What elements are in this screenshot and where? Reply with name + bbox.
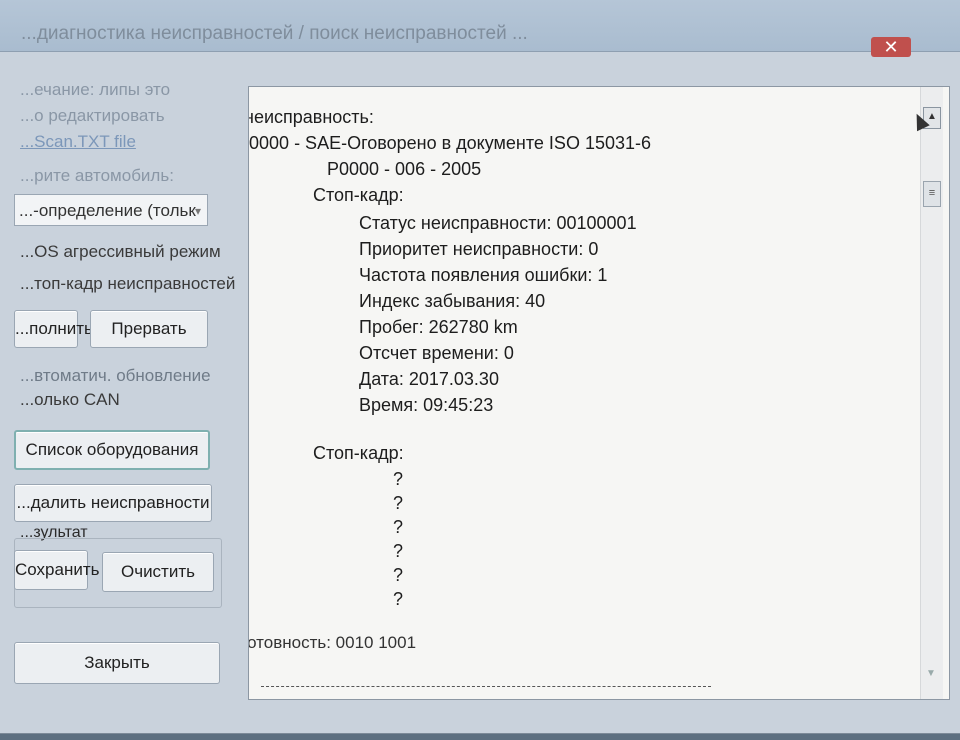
combo-value: ...-определение (тольк <box>19 201 196 220</box>
delete-faults-button[interactable]: ...далить неисправности <box>14 484 212 522</box>
output-line: Индекс забывания: 40 <box>359 291 546 311</box>
output-line: ? <box>393 589 404 609</box>
execute-button[interactable]: ...полнить <box>14 310 93 348</box>
equipment-list-label: Список оборудования <box>25 440 199 459</box>
close-button-label: Закрыть <box>84 653 150 672</box>
output-line: ? <box>393 493 404 513</box>
clear-button[interactable]: Очистить <box>102 552 214 592</box>
left-panel: ...ечание: липы это ...о редактировать .… <box>0 60 240 740</box>
output-line: Стоп-кадр: <box>313 185 404 205</box>
window-title: ...диагностика неисправностей / поиск не… <box>21 23 528 44</box>
divider <box>261 686 711 687</box>
output-line: Статус неисправности: 00100001 <box>359 213 637 233</box>
clear-button-label: Очистить <box>120 562 195 581</box>
output-line: Частота появления ошибки: 1 <box>359 265 608 285</box>
save-button[interactable]: Сохранить <box>14 550 99 590</box>
output-line: Дата: 2017.03.30 <box>359 369 499 389</box>
note-line-2: ...о редактировать <box>20 106 165 125</box>
output-line: ? <box>393 565 404 585</box>
diagnostic-output[interactable]: 1 неисправность: 000000 - SAE-Оговорено … <box>248 86 950 700</box>
freeze-frame-checkbox[interactable]: ...топ-кадр неисправностей <box>20 274 235 294</box>
output-line: Время: 09:45:23 <box>359 395 494 415</box>
output-line: ? <box>393 541 404 561</box>
chevron-down-icon[interactable]: ▾ <box>195 195 201 225</box>
scan-file-link[interactable]: ...Scan.TXT file <box>20 132 136 152</box>
scroll-down-icon[interactable]: ▼ <box>923 665 939 683</box>
output-line: ? <box>393 469 404 489</box>
car-select-combo[interactable]: ...-определение (тольк ▾ <box>14 194 208 226</box>
output-line: 000000 - SAE-Оговорено в документе ISO 1… <box>248 133 651 153</box>
abort-button-label: Прервать <box>111 319 187 338</box>
note-line-1: ...ечание: липы это <box>20 80 171 99</box>
output-line: P0000 - 006 - 2005 <box>327 159 482 179</box>
output-line: Стоп-кадр: <box>313 443 404 463</box>
execute-button-label: ...полнить <box>15 319 93 338</box>
output-scrollbar[interactable]: ▲ ≡ ▼ <box>920 87 943 699</box>
output-line: Пробег: 262780 km <box>359 317 518 337</box>
output-line: 1 неисправность: <box>248 107 374 127</box>
output-line: Готовность: 0010 1001 <box>248 633 417 652</box>
close-button[interactable]: Закрыть <box>14 642 220 684</box>
output-line: Приоритет неисправности: 0 <box>359 239 599 259</box>
choose-car-label: ...рите автомобиль: <box>20 166 174 185</box>
output-line: ? <box>393 517 404 537</box>
aggressive-mode-checkbox[interactable]: ...OS агрессивный режим <box>20 242 221 262</box>
close-window-button[interactable]: ✕ <box>871 37 911 57</box>
abort-button[interactable]: Прервать <box>90 310 208 348</box>
delete-faults-label: ...далить неисправности <box>16 493 210 512</box>
scroll-thumb[interactable]: ≡ <box>923 181 941 207</box>
auto-update-checkbox[interactable]: ...втоматич. обновление <box>20 366 211 386</box>
output-line: Отсчет времени: 0 <box>359 343 514 363</box>
equipment-list-button[interactable]: Список оборудования <box>14 430 210 470</box>
save-button-label: Сохранить <box>15 560 100 579</box>
can-only-checkbox[interactable]: ...олько CAN <box>20 390 120 410</box>
title-bar: ...диагностика неисправностей / поиск не… <box>0 0 960 57</box>
